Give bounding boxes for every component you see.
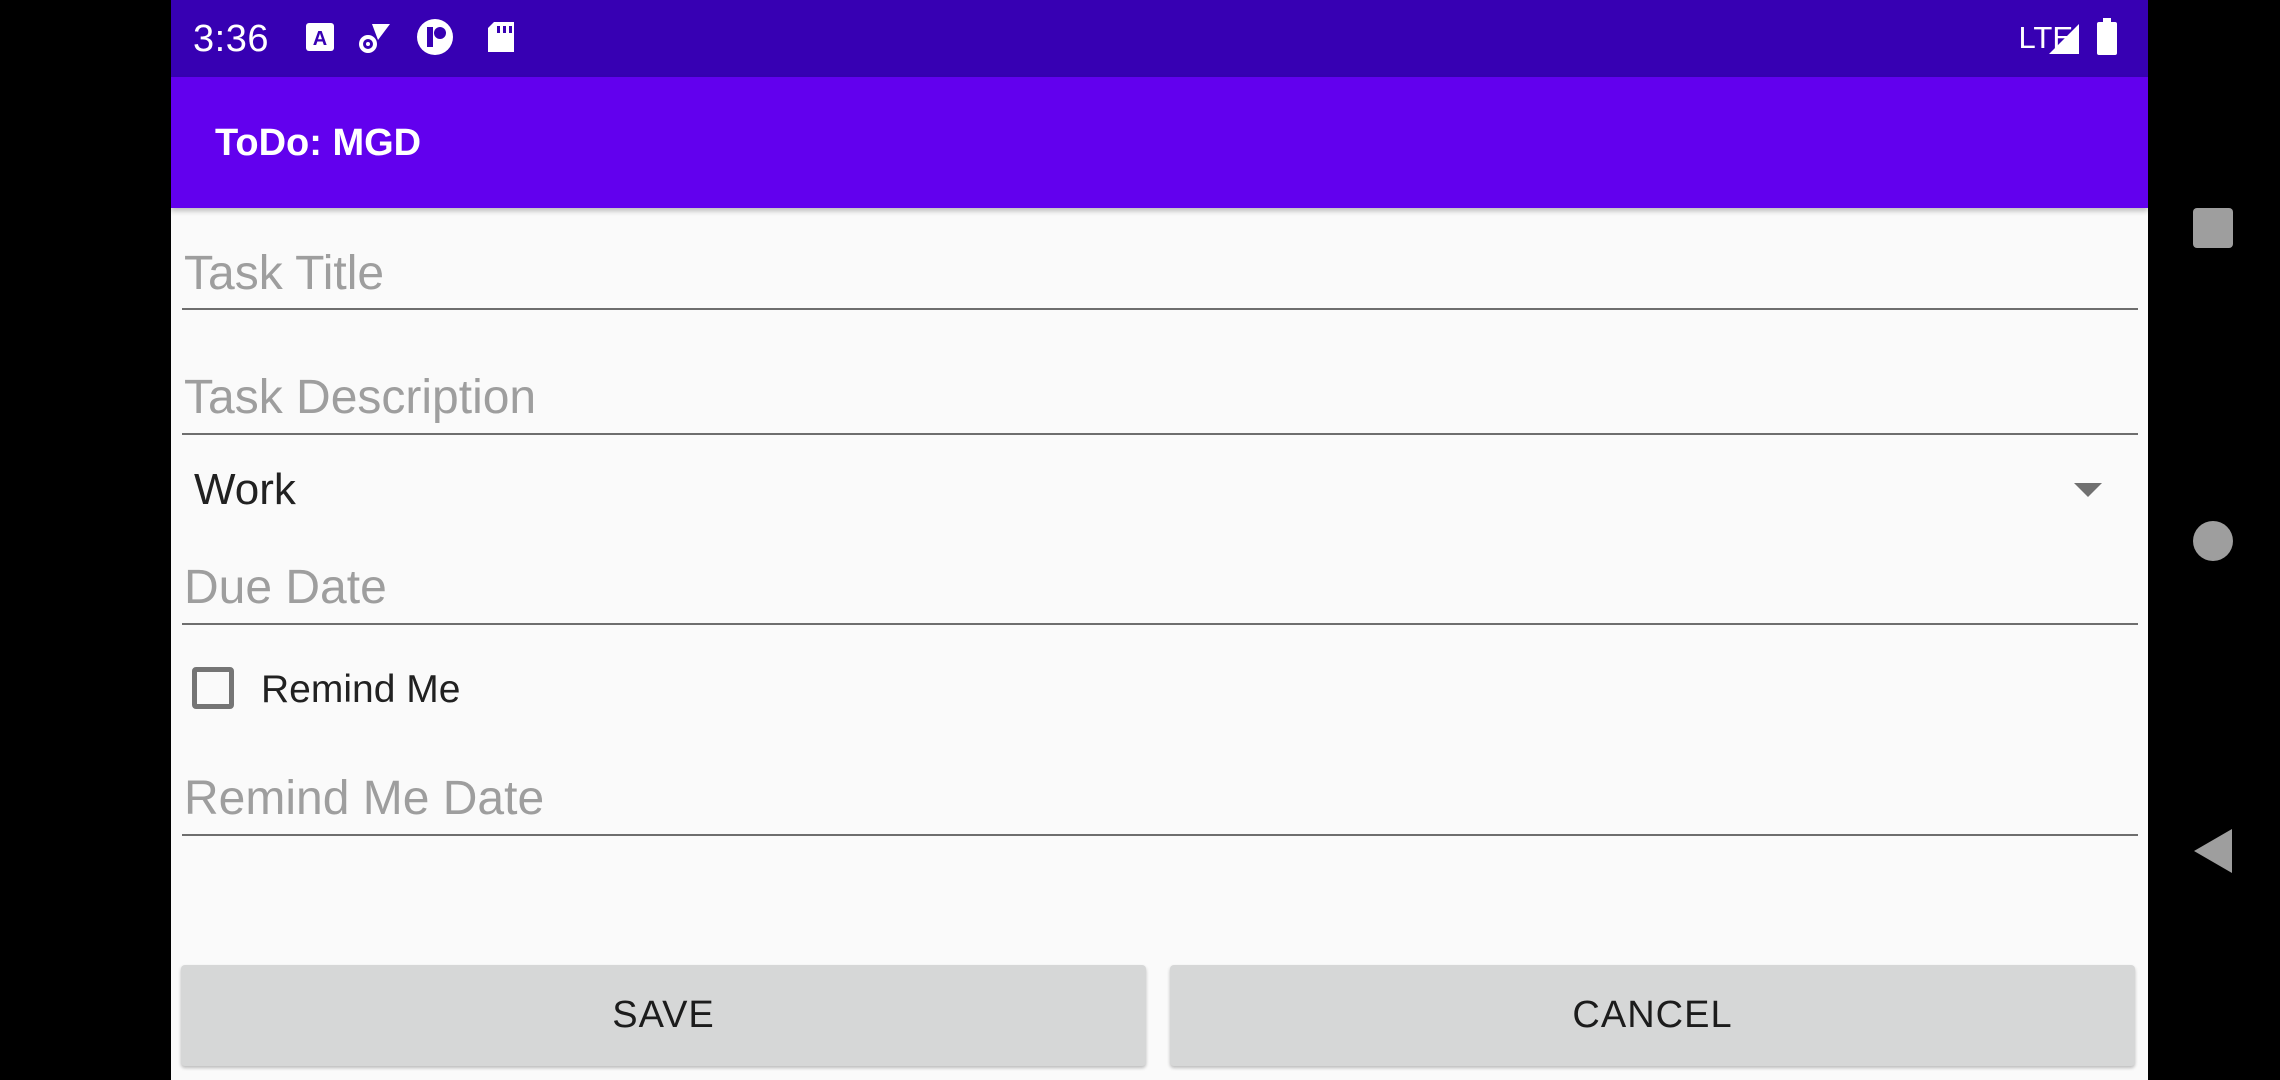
app-notification-icon — [416, 18, 454, 56]
remind-me-date-input[interactable] — [182, 763, 2138, 836]
remind-me-checkbox[interactable] — [192, 667, 234, 709]
status-bar: 3:36 A LTE — [171, 0, 2148, 77]
dropdown-arrow-icon — [2074, 483, 2102, 497]
navigation-bar — [2148, 0, 2280, 1080]
remind-me-label: Remind Me — [261, 668, 461, 711]
accessibility-a-icon: A — [303, 20, 337, 54]
due-date-input[interactable] — [182, 552, 2138, 625]
back-triangle-icon[interactable] — [2194, 829, 2232, 873]
svg-text:A: A — [313, 28, 327, 50]
category-spinner[interactable]: Work — [182, 455, 2138, 527]
recents-square-icon[interactable] — [2193, 208, 2233, 248]
app-title: ToDo: MGD — [215, 122, 422, 164]
task-description-input[interactable] — [182, 362, 2138, 435]
status-time: 3:36 — [193, 18, 269, 60]
app-screen: 3:36 A LTE ToDo: MGD Task Title Task Des… — [171, 0, 2148, 1080]
task-title-input[interactable] — [182, 238, 2138, 310]
battery-icon — [2096, 18, 2118, 56]
category-selected-value: Work — [194, 465, 296, 514]
home-circle-icon[interactable] — [2193, 521, 2233, 561]
cancel-button[interactable]: CANCEL — [1170, 965, 2135, 1066]
remind-me-row[interactable]: Remind Me — [189, 662, 889, 722]
wifi-settings-icon — [358, 20, 392, 54]
signal-icon — [2047, 22, 2081, 56]
app-bar: ToDo: MGD — [171, 77, 2148, 208]
save-button[interactable]: SAVE — [181, 965, 1146, 1066]
sd-card-icon — [484, 20, 518, 54]
